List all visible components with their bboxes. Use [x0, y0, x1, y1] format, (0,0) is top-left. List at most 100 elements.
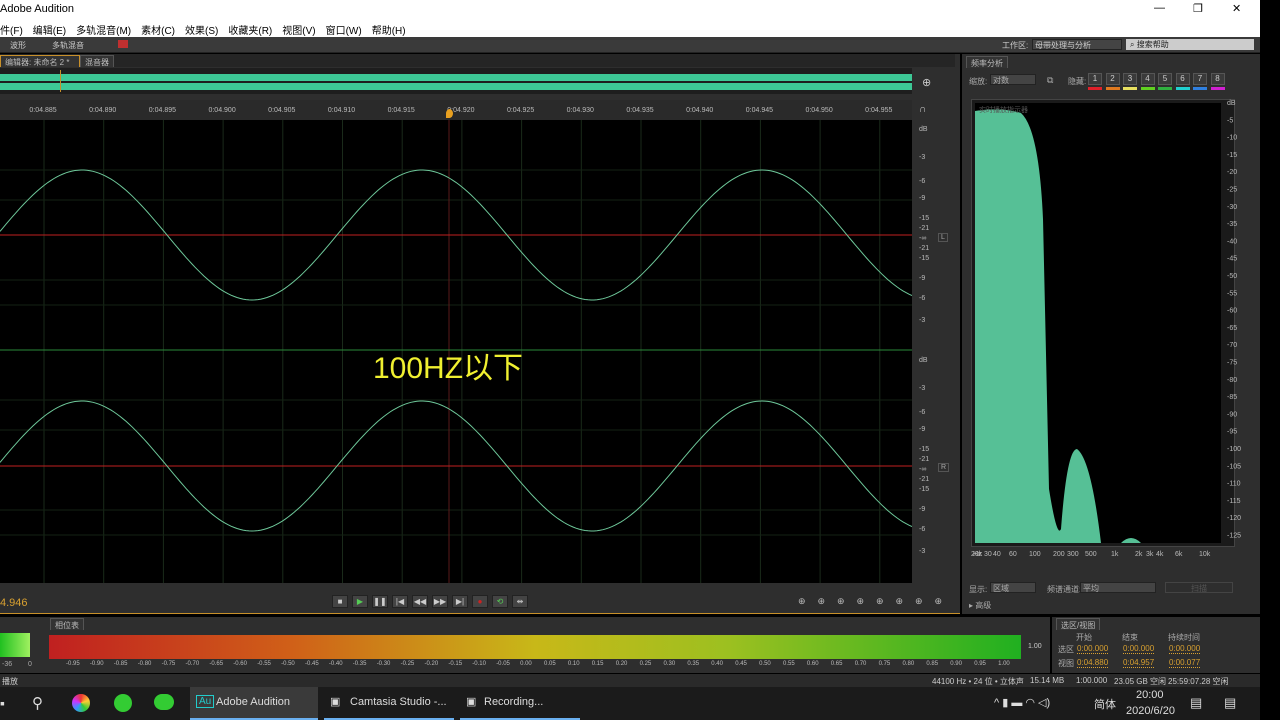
db-label: -6 — [919, 295, 926, 302]
loop-button[interactable]: ⟲ — [492, 595, 508, 608]
taskbar-app-audition[interactable]: Au Adobe Audition — [190, 687, 318, 720]
go-start-button[interactable]: |◀ — [392, 595, 408, 608]
wechat-icon[interactable] — [154, 694, 174, 710]
zoom-out-time-icon[interactable]: ⊕ — [857, 596, 865, 607]
view-end[interactable]: 0:04.957 — [1123, 658, 1155, 668]
scale-select[interactable]: 对数 — [990, 74, 1036, 85]
spectrum-freq-label: 2k — [1135, 551, 1143, 558]
browser-icon[interactable] — [72, 694, 90, 712]
channel-right-button[interactable]: R — [938, 463, 950, 472]
menu-item[interactable]: 视图(V) — [282, 20, 315, 37]
zoom-icon[interactable]: ⊕ — [922, 76, 931, 89]
audio-format: 44100 Hz • 24 位 • 立体声 — [932, 677, 1024, 686]
menu-item[interactable]: 窗口(W) — [326, 20, 362, 37]
hold-button-4[interactable]: 4 — [1140, 73, 1155, 85]
phase-tick: 0.60 — [806, 661, 819, 667]
hold-button-2[interactable]: 2 — [1105, 73, 1120, 85]
zoom-in-right-icon[interactable]: ⊕ — [915, 596, 923, 607]
selection-end[interactable]: 0:00.000 — [1123, 644, 1155, 654]
channel-select[interactable]: 平均 — [1080, 582, 1156, 593]
hold-color-swatch — [1158, 87, 1172, 90]
hold-button-7[interactable]: 7 — [1193, 73, 1207, 85]
play-button[interactable]: ▶ — [352, 595, 368, 608]
phase-tick: -0.25 — [400, 661, 415, 667]
multitrack-button[interactable]: 多轨混音 — [52, 40, 84, 51]
waveform-button[interactable]: 波形 — [10, 40, 26, 51]
display-select[interactable]: 区域 — [990, 582, 1036, 593]
spectrum-db-label: -65 — [1227, 325, 1237, 332]
search-icon[interactable]: ⚲ — [32, 694, 43, 712]
selection-start[interactable]: 0:00.000 — [1077, 644, 1109, 654]
menu-item[interactable]: 帮助(H) — [372, 20, 406, 37]
menu-item[interactable]: 效果(S) — [185, 20, 218, 37]
scale-label: 缩放: — [969, 77, 988, 86]
close-button[interactable]: ✕ — [1232, 2, 1241, 15]
clock-date[interactable]: 2020/6/20 — [1126, 705, 1175, 717]
maximize-button[interactable]: ❐ — [1193, 2, 1203, 15]
zoom-in-time-icon[interactable]: ⊕ — [837, 596, 845, 607]
search-help-input[interactable]: ⌕ 搜索帮助 — [1126, 39, 1254, 50]
file-size: 15.14 MB — [1030, 676, 1065, 685]
tab-frequency-analysis[interactable]: 频率分析 — [966, 56, 1008, 68]
menu-item[interactable]: 多轨混音(M) — [76, 20, 131, 37]
workspace-select[interactable]: 母带处理与分析 — [1032, 39, 1122, 50]
zoom-in-left-icon[interactable]: ⊕ — [896, 596, 904, 607]
menu-item[interactable]: 素材(C) — [141, 20, 175, 37]
forward-button[interactable]: ▶▶ — [432, 595, 448, 608]
clock-time[interactable]: 20:00 — [1136, 689, 1164, 701]
view-duration[interactable]: 0:00.077 — [1169, 658, 1201, 668]
hold-button-1[interactable]: 1 — [1088, 73, 1102, 85]
hold-color-swatch — [1105, 87, 1120, 90]
phase-bar — [49, 635, 1021, 659]
taskbar-app-recording[interactable]: ▣ Recording... — [460, 687, 580, 720]
selection-duration[interactable]: 0:00.000 — [1169, 644, 1201, 654]
level-tick: -36 — [2, 661, 13, 668]
minimize-button[interactable]: — — [1154, 2, 1165, 14]
tab-mixer[interactable]: 混音器 — [80, 55, 114, 67]
hold-button-8[interactable]: 8 — [1210, 73, 1225, 85]
zoom-full-icon[interactable]: ⊕ — [935, 596, 943, 607]
ie-icon[interactable] — [114, 694, 132, 712]
overview-bar[interactable] — [0, 68, 912, 94]
headphones-icon[interactable]: ∩ — [919, 104, 926, 115]
zoom-selection-icon[interactable]: ⊕ — [876, 596, 884, 607]
go-end-button[interactable]: ▶| — [452, 595, 468, 608]
tab-editor[interactable]: 编辑器: 未命名 2 * — [0, 55, 80, 67]
zoom-out-amplitude-icon[interactable]: ⊕ — [818, 596, 826, 607]
skip-button[interactable]: ⇹ — [512, 595, 528, 608]
tab-phase-meter[interactable]: 相位表 — [50, 618, 84, 630]
record-button[interactable]: ● — [472, 595, 488, 608]
menu-item[interactable]: 件(F) — [0, 20, 23, 37]
window-title: Adobe Audition — [0, 3, 75, 15]
advanced-toggle[interactable]: ▸ 高级 — [969, 600, 991, 611]
time-ruler[interactable]: 0:04.885 0:04.890 0:04.895 0:04.900 0:04.905… — [0, 100, 912, 120]
spectral-view-icon[interactable] — [118, 40, 128, 48]
tray-icons[interactable]: ^ ▮ ▬ ◠ ◁) — [994, 696, 1050, 709]
copy-icon[interactable]: ⧉ — [1047, 75, 1053, 86]
db-label: -21 — [919, 225, 930, 232]
db-label: -21 — [919, 476, 930, 483]
taskbar-app-camtasia[interactable]: ▣ Camtasia Studio -... — [324, 687, 454, 720]
view-start[interactable]: 0:04.880 — [1077, 658, 1109, 668]
menu-item[interactable]: 收藏夹(R) — [228, 20, 272, 37]
stop-button[interactable]: ■ — [332, 595, 348, 608]
pause-button[interactable]: ❚❚ — [372, 595, 388, 608]
disk-free: 23.05 GB 空闲 — [1114, 677, 1167, 686]
spectrum-db-label: -120 — [1227, 515, 1241, 522]
ime-indicator[interactable]: 简体 — [1094, 696, 1116, 712]
menu-item[interactable]: 编辑(E) — [33, 20, 66, 37]
hold-button-5[interactable]: 5 — [1158, 73, 1172, 85]
rewind-button[interactable]: ◀◀ — [412, 595, 428, 608]
db-label: -6 — [919, 409, 926, 416]
task-view-icon[interactable]: ▤ — [1190, 695, 1202, 711]
hold-button-6[interactable]: 6 — [1175, 73, 1190, 85]
channel-left-button[interactable]: L — [938, 233, 948, 242]
tab-selection-view[interactable]: 选区/视图 — [1056, 618, 1101, 630]
hold-button-3[interactable]: 3 — [1123, 73, 1137, 85]
zoom-in-amplitude-icon[interactable]: ⊕ — [798, 596, 806, 607]
ruler-label: 0:04.955 — [865, 107, 893, 114]
spectrum-freq-label: 6k — [1175, 551, 1183, 558]
start-icon[interactable]: ▪ — [0, 695, 5, 711]
notification-icon[interactable]: ▤ — [1224, 695, 1236, 711]
scan-button[interactable]: 扫描 — [1165, 582, 1233, 593]
